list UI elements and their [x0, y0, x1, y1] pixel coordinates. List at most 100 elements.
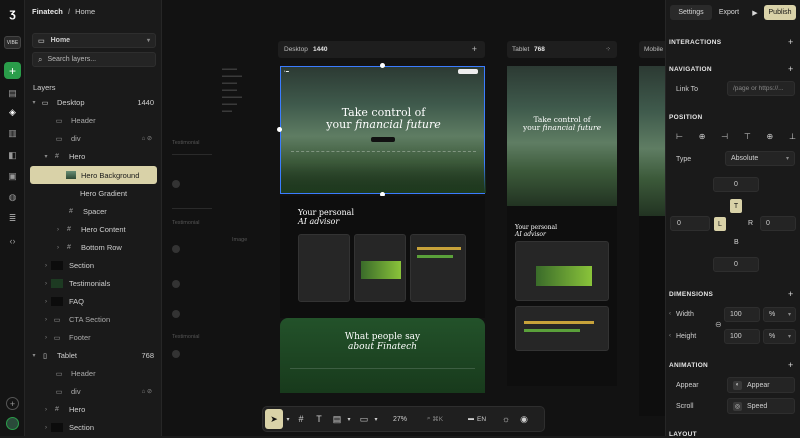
layer-hero-gradient[interactable]: Hero Gradient [25, 185, 162, 202]
chevron-right-icon[interactable]: › [53, 227, 63, 233]
width-unit-select[interactable]: % ▾ [763, 307, 796, 322]
database-icon[interactable]: ≣ [5, 211, 20, 226]
tablet-layer-header[interactable]: ▭ Header [25, 365, 162, 382]
add-icon[interactable]: + [4, 62, 21, 79]
layer-tablet[interactable]: ▾ ▯ Tablet 768 [25, 347, 162, 364]
image-tool-icon[interactable]: ▭ [358, 411, 370, 427]
tablet-layer-section[interactable]: › Section [25, 419, 162, 436]
desktop-frame-header[interactable]: Desktop 1440 + [278, 41, 485, 58]
layer-hero[interactable]: ▾ # Hero [25, 148, 162, 165]
chevron-right-icon[interactable]: › [41, 299, 51, 305]
mobile-hero[interactable] [639, 66, 665, 216]
link-to-input[interactable]: /page or https://... [727, 81, 795, 96]
frame-tool-icon[interactable]: # [295, 411, 307, 427]
chevron-down-icon[interactable]: ▾ [372, 411, 380, 427]
align-left-icon[interactable]: ⊢ [676, 132, 683, 144]
layer-spacer[interactable]: # Spacer [25, 203, 162, 220]
pos-left-input[interactable]: 0 [670, 216, 710, 231]
play-icon[interactable]: ▶ [748, 5, 762, 20]
language-select[interactable]: ▬ EN [462, 411, 492, 427]
layer-testimonials[interactable]: › Testimonials [25, 275, 162, 292]
globe-icon[interactable]: ◍ [5, 190, 20, 205]
lock-hide-icon[interactable]: ⌂ ⊘ [142, 388, 152, 395]
settings-button[interactable]: Settings [670, 5, 712, 20]
chevron-down-icon[interactable]: ▾ [284, 411, 292, 427]
tablet-layer-div[interactable]: ▭ div ⌂ ⊘ [25, 383, 162, 400]
lock-aspect-icon[interactable]: ⊖ [715, 320, 722, 329]
chevron-down-icon[interactable]: ▾ [29, 352, 39, 359]
add-icon[interactable]: + [788, 37, 793, 47]
chevron-down-icon[interactable]: ▾ [29, 99, 39, 106]
resize-handle[interactable] [380, 63, 385, 68]
component-tool-icon[interactable]: ▤ [330, 411, 344, 427]
align-top-icon[interactable]: ⊤ [744, 132, 751, 144]
mobile-frame-header[interactable]: Mobile [639, 41, 665, 58]
zoom-level[interactable]: 27% [388, 411, 412, 427]
code-icon[interactable]: ‹› [5, 233, 20, 248]
appear-select[interactable]: ◐ Appear [727, 377, 795, 393]
chevron-right-icon[interactable]: › [53, 245, 63, 251]
page-name[interactable]: Home [75, 7, 95, 16]
pin-right-toggle[interactable]: R [748, 220, 753, 227]
lock-hide-icon[interactable]: ⌂ ⊘ [142, 135, 152, 142]
layer-div[interactable]: ▭ div ⌂ ⊘ [25, 130, 162, 147]
chat-icon[interactable]: ◉ [518, 411, 530, 427]
chevron-down-icon[interactable]: ▾ [345, 411, 353, 427]
layer-section[interactable]: › Section [25, 257, 162, 274]
tablet-hero[interactable]: Take control of your financial future [507, 66, 617, 206]
desktop-advisor-section[interactable]: Your personal AI advisor [280, 196, 485, 318]
image-icon[interactable]: ▣ [5, 169, 20, 184]
scroll-select[interactable]: ◎ Speed [727, 398, 795, 414]
layer-search-input[interactable]: ⌕ Search layers... [32, 52, 156, 67]
add-icon[interactable]: + [788, 64, 793, 74]
height-input[interactable]: 100 [724, 329, 760, 344]
text-tool-icon[interactable]: T [313, 411, 325, 427]
pin-bottom-toggle[interactable]: B [734, 239, 739, 246]
align-right-icon[interactable]: ⊣ [721, 132, 728, 144]
page-select[interactable]: ▭ Home ▾ [32, 33, 156, 48]
height-unit-select[interactable]: % ▾ [763, 329, 796, 344]
paint-icon[interactable]: ◧ [5, 148, 20, 163]
desktop-hero-background[interactable]: ▪ ▬ Take control of your financial futur… [280, 66, 486, 194]
tablet-frame-header[interactable]: Tablet 768 ⁘ [507, 41, 617, 58]
layer-header[interactable]: ▭ Header [25, 112, 162, 129]
library-icon[interactable]: ▥ [5, 126, 20, 141]
position-type-select[interactable]: Absolute ▾ [725, 151, 795, 166]
pin-left-toggle[interactable]: L [714, 217, 726, 231]
add-icon[interactable]: + [788, 289, 793, 299]
align-bottom-icon[interactable]: ⊥ [789, 132, 796, 144]
chevron-right-icon[interactable]: › [41, 335, 51, 341]
avatar[interactable] [6, 417, 19, 430]
drag-handle-icon[interactable]: ⁘ [606, 45, 611, 53]
layer-faq[interactable]: › FAQ [25, 293, 162, 310]
add-icon[interactable]: + [788, 360, 793, 370]
align-center-h-icon[interactable]: ⊕ [699, 132, 706, 144]
theme-icon[interactable]: ☼ [500, 411, 512, 427]
chevron-right-icon[interactable]: › [41, 281, 51, 287]
canvas[interactable]: ▬▬▬ ▬▬▬▬ ▬▬▬ ▬▬▬ ▬▬▬▬ ▬▬▬ ▬▬ Testimonial Testi… [162, 0, 665, 436]
chevron-right-icon[interactable]: › [41, 407, 51, 413]
vibe-badge[interactable]: VIBE [4, 36, 21, 49]
publish-button[interactable]: Publish [764, 5, 796, 20]
pin-top-toggle[interactable]: T [730, 199, 742, 213]
layer-cta-section[interactable]: › ▭ CTA Section [25, 311, 162, 328]
pos-top-input[interactable]: 0 [713, 177, 759, 192]
layer-footer[interactable]: › ▭ Footer [25, 329, 162, 346]
layer-hero-background[interactable]: Hero Background [30, 166, 157, 184]
layer-bottom-row[interactable]: › # Bottom Row [25, 239, 162, 256]
desktop-testimonials-section[interactable]: What people say about Finatech [280, 318, 485, 393]
export-button[interactable]: Export [714, 5, 744, 20]
layers-icon[interactable]: ◈ [5, 105, 20, 120]
tablet-advisor-section[interactable]: Your personal AI advisor [507, 206, 617, 386]
help-icon[interactable]: + [6, 397, 19, 410]
add-icon[interactable]: + [472, 44, 477, 54]
mobile-section[interactable] [639, 216, 665, 416]
pos-right-input[interactable]: 0 [760, 216, 796, 231]
layer-desktop[interactable]: ▾ ▭ Desktop 1440 [25, 94, 162, 111]
width-input[interactable]: 100 [724, 307, 760, 322]
chevron-right-icon[interactable]: › [41, 263, 51, 269]
chevron-right-icon[interactable]: › [41, 425, 51, 431]
project-name[interactable]: Finatech [32, 7, 63, 16]
align-middle-icon[interactable]: ⊕ [767, 132, 774, 144]
pages-icon[interactable]: ▤ [5, 86, 20, 101]
